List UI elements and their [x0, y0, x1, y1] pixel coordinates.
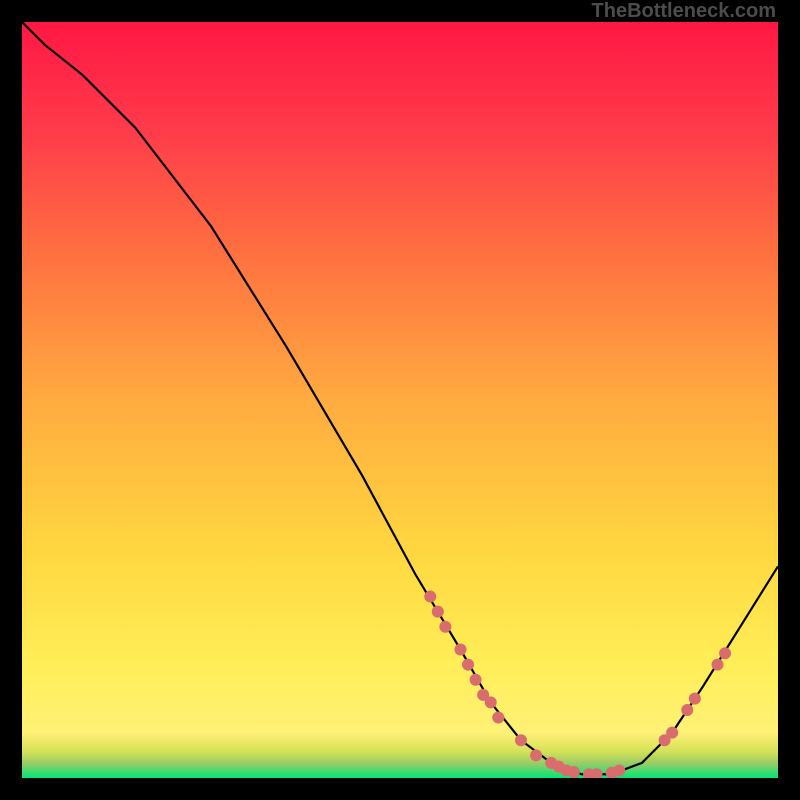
data-marker — [681, 704, 693, 716]
data-marker — [666, 727, 678, 739]
data-marker — [462, 659, 474, 671]
chart-svg — [22, 22, 778, 778]
data-marker — [485, 696, 497, 708]
chart-plot-area — [22, 22, 778, 778]
data-marker — [568, 766, 580, 778]
gradient-background — [22, 22, 778, 778]
data-marker — [432, 606, 444, 618]
watermark-text: TheBottleneck.com — [592, 0, 776, 23]
data-marker — [492, 712, 504, 724]
data-marker — [530, 749, 542, 761]
data-marker — [689, 693, 701, 705]
data-marker — [712, 659, 724, 671]
data-marker — [454, 643, 466, 655]
data-marker — [515, 734, 527, 746]
data-marker — [719, 647, 731, 659]
data-marker — [439, 621, 451, 633]
data-marker — [613, 764, 625, 776]
data-marker — [424, 591, 436, 603]
data-marker — [470, 674, 482, 686]
